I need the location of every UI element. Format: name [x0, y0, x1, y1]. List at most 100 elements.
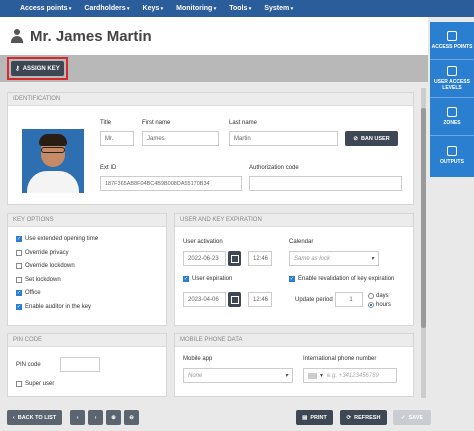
ext-id-field[interactable]: 187F365AB8F04BC4B9B008DA55170B34: [100, 176, 242, 191]
sidebar-item-outputs[interactable]: OUTPUTS: [430, 136, 474, 174]
super-user-checkbox[interactable]: Super user: [16, 381, 54, 387]
checkbox-label: Enable auditor in the key: [25, 303, 92, 310]
revalidation-checkbox[interactable]: ✓ Enable revalidation of key expiration: [289, 276, 394, 282]
update-period-stepper[interactable]: 1: [335, 292, 363, 307]
checkbox-icon: [16, 276, 22, 283]
update-period-label: Update period: [295, 297, 333, 303]
checkbox-label: Set lockdown: [25, 276, 61, 283]
nav-system[interactable]: System: [264, 5, 293, 12]
sidebar-item-zones[interactable]: ZONES: [430, 98, 474, 136]
pin-field[interactable]: [60, 357, 100, 372]
back-to-list-button[interactable]: ‹ BACK TO LIST: [7, 410, 62, 425]
assign-key-button[interactable]: ⚷ ASSIGN KEY: [11, 61, 64, 76]
checkbox-label: Override privacy: [25, 249, 69, 256]
calendar-icon[interactable]: [228, 251, 241, 266]
save-button[interactable]: ✓ SAVE: [393, 410, 431, 425]
print-button[interactable]: ▤ PRINT: [296, 410, 333, 425]
nav-cardholders[interactable]: Cardholders: [84, 5, 129, 12]
mobile-app-label: Mobile app: [183, 356, 213, 362]
panel-heading: MOBILE PHONE DATA: [175, 334, 413, 347]
key-option-checkbox[interactable]: ✓ Use extended opening time: [16, 236, 98, 242]
phone-dropdown-icon[interactable]: ▾: [320, 372, 323, 379]
panel-heading: KEY OPTIONS: [8, 214, 166, 227]
top-nav: Access points Cardholders Keys Monitorin…: [0, 0, 474, 17]
first-name-field[interactable]: James: [142, 131, 219, 146]
flag-icon: [308, 372, 317, 379]
footer-bar: ‹ BACK TO LIST ‹ › ⊕ ⊖ ▤ PRINT ⟳ REFRESH ✓ S…: [0, 405, 474, 431]
radio-icon: [368, 302, 374, 308]
last-name-field[interactable]: Martin: [229, 131, 338, 146]
checkbox-label: Office: [25, 290, 41, 296]
key-option-checkbox[interactable]: Override privacy: [16, 249, 69, 256]
auth-code-label: Authorization code: [249, 165, 299, 171]
mobile-panel: MOBILE PHONE DATA Mobile app None Intern…: [174, 333, 414, 397]
scrollbar-thumb[interactable]: [421, 108, 426, 328]
checkbox-icon: [16, 381, 22, 387]
nav-access-points[interactable]: Access points: [20, 5, 71, 12]
scrollbar[interactable]: [421, 88, 426, 398]
chevron-left-icon: ‹: [76, 414, 79, 421]
nav-tools[interactable]: Tools: [229, 5, 251, 12]
radio-icon: [368, 293, 374, 299]
remove-button[interactable]: ⊖: [124, 410, 139, 425]
unit-hours-radio[interactable]: hours: [368, 302, 391, 308]
calendar-icon[interactable]: [228, 292, 241, 307]
checkbox-icon: [16, 263, 22, 269]
checkbox-label: Override lockdown: [25, 263, 75, 269]
main-content: IDENTIFICATION Title Mr. First name Jame…: [7, 84, 421, 400]
key-option-checkbox[interactable]: ✓ Enable auditor in the key: [16, 303, 92, 310]
key-option-checkbox[interactable]: Set lockdown: [16, 276, 61, 283]
activation-time-field[interactable]: 12:46: [248, 251, 272, 266]
radio-label: days: [376, 293, 389, 299]
check-icon: ✓: [16, 303, 22, 310]
check-icon: ✓: [16, 236, 22, 242]
key-option-checkbox[interactable]: ✓ Office: [16, 290, 41, 296]
title-field[interactable]: Mr.: [100, 131, 134, 146]
expiration-time-field[interactable]: 12:46: [248, 292, 272, 307]
nav-monitoring[interactable]: Monitoring: [176, 5, 216, 12]
plus-icon: ⊕: [111, 414, 116, 421]
radio-label: hours: [376, 302, 392, 308]
activation-date-field[interactable]: 2022-06-23: [183, 251, 226, 266]
expiration-date-field[interactable]: 2023-04-06: [183, 292, 226, 307]
key-option-checkbox[interactable]: Override lockdown: [16, 263, 75, 269]
sidebar-item-access-points[interactable]: ACCESS POINTS: [430, 22, 474, 60]
checkbox-label: Use extended opening time: [25, 236, 99, 242]
user-expiration-checkbox[interactable]: ✓ User expiration: [183, 276, 232, 282]
sidebar-label: ZONES: [443, 120, 461, 126]
key-options-panel: KEY OPTIONS ✓ Use extended opening time Ov…: [7, 213, 167, 326]
nav-keys[interactable]: Keys: [143, 5, 164, 12]
phone-label: International phone number: [303, 356, 377, 362]
unit-days-radio[interactable]: days: [368, 293, 389, 299]
mobile-app-select[interactable]: None: [183, 368, 293, 383]
sidebar-label: USER ACCESS LEVELS: [434, 79, 470, 91]
last-name-label: Last name: [229, 120, 258, 126]
checkbox-label: User expiration: [192, 276, 233, 282]
sidebar-item-user-access-levels[interactable]: USER ACCESS LEVELS: [430, 60, 474, 98]
checkbox-icon: [16, 249, 22, 256]
panel-heading: USER AND KEY EXPIRATION: [175, 214, 413, 227]
checkbox-label: Enable revalidation of key expiration: [298, 276, 395, 282]
ban-user-button[interactable]: ⊘ BAN USER: [345, 131, 398, 146]
user-photo[interactable]: [22, 129, 84, 193]
calendar-select[interactable]: Same as lock: [289, 251, 379, 266]
calendar-label: Calendar: [289, 239, 314, 245]
door-icon: [447, 31, 457, 41]
refresh-label: REFRESH: [354, 414, 381, 421]
save-label: SAVE: [408, 414, 424, 421]
next-button[interactable]: ›: [88, 410, 103, 425]
print-label: PRINT: [310, 414, 327, 421]
page-header: Mr. James Martin: [0, 17, 428, 55]
minus-icon: ⊖: [129, 414, 134, 421]
expiration-panel: USER AND KEY EXPIRATION User activation …: [174, 213, 414, 326]
refresh-button[interactable]: ⟳ REFRESH: [340, 410, 387, 425]
add-button[interactable]: ⊕: [106, 410, 121, 425]
outputs-icon: [447, 145, 457, 156]
identification-panel: IDENTIFICATION Title Mr. First name Jame…: [7, 92, 414, 205]
user-icon: [10, 29, 24, 43]
activation-label: User activation: [183, 239, 223, 245]
auth-code-field[interactable]: [249, 176, 402, 191]
phone-field[interactable]: ▾ e.g. +34123456789: [303, 368, 397, 383]
assign-key-highlight: ⚷ ASSIGN KEY: [7, 57, 68, 80]
previous-button[interactable]: ‹: [70, 410, 85, 425]
